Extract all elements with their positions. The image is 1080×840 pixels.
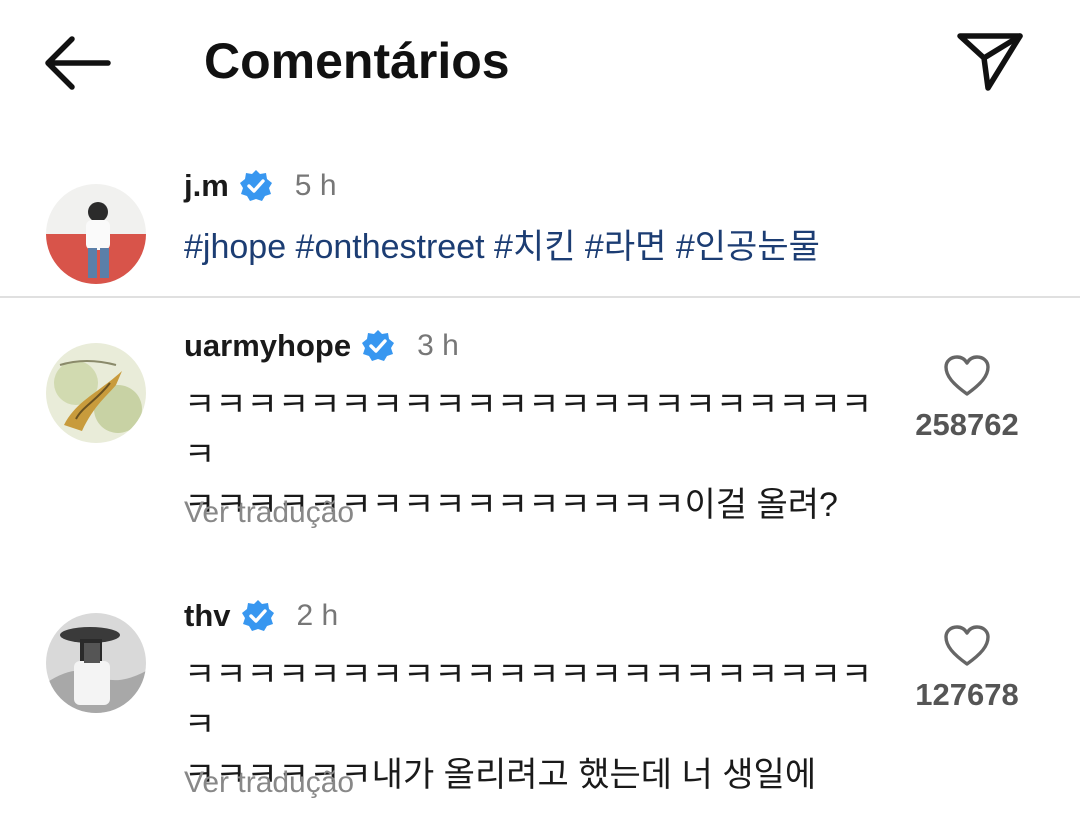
heart-outline-icon — [944, 625, 990, 666]
comment-username[interactable]: thv — [184, 598, 231, 634]
post-caption: j.m 5 h #jhope #onthestreet #치킨 #라면 #인공눈… — [0, 160, 1080, 298]
comment-timestamp: 3 h — [417, 329, 459, 362]
comment-text-line: ㅋㅋㅋㅋㅋㅋㅋㅋㅋㅋㅋㅋㅋㅋㅋㅋㅋㅋㅋㅋㅋㅋㅋ — [184, 386, 873, 474]
share-button[interactable] — [950, 24, 1030, 100]
paper-plane-icon — [957, 33, 1023, 91]
avatar[interactable] — [46, 343, 146, 443]
see-translation-link[interactable]: Ver tradução — [184, 496, 354, 530]
caption-username[interactable]: j.m — [184, 168, 229, 204]
heart-outline-icon — [944, 355, 990, 396]
verified-badge-icon — [361, 329, 395, 363]
verified-badge-icon — [239, 169, 273, 203]
verified-badge-icon — [241, 599, 275, 633]
back-button[interactable] — [38, 28, 118, 98]
avatar[interactable] — [46, 184, 146, 284]
see-translation-link[interactable]: Ver tradução — [184, 766, 354, 800]
caption-hashtags[interactable]: #jhope #onthestreet #치킨 #라면 #인공눈물 — [184, 222, 820, 272]
caption-timestamp: 5 h — [294, 169, 337, 202]
comment-timestamp: 2 h — [296, 599, 339, 632]
avatar[interactable] — [46, 613, 146, 713]
comment-username[interactable]: uarmyhope — [184, 328, 351, 364]
like-count: 127678 — [915, 677, 1019, 712]
top-app-bar: Comentários — [0, 0, 1080, 130]
arrow-left-icon — [45, 36, 111, 90]
like-count: 258762 — [915, 407, 1019, 442]
page-title: Comentários — [204, 33, 510, 89]
comment-text-line: ㅋㅋㅋㅋㅋㅋㅋㅋㅋㅋㅋㅋㅋㅋㅋㅋㅋㅋㅋㅋㅋㅋㅋ — [184, 656, 873, 744]
like-button[interactable]: 127678 — [902, 624, 1032, 713]
like-button[interactable]: 258762 — [902, 354, 1032, 443]
